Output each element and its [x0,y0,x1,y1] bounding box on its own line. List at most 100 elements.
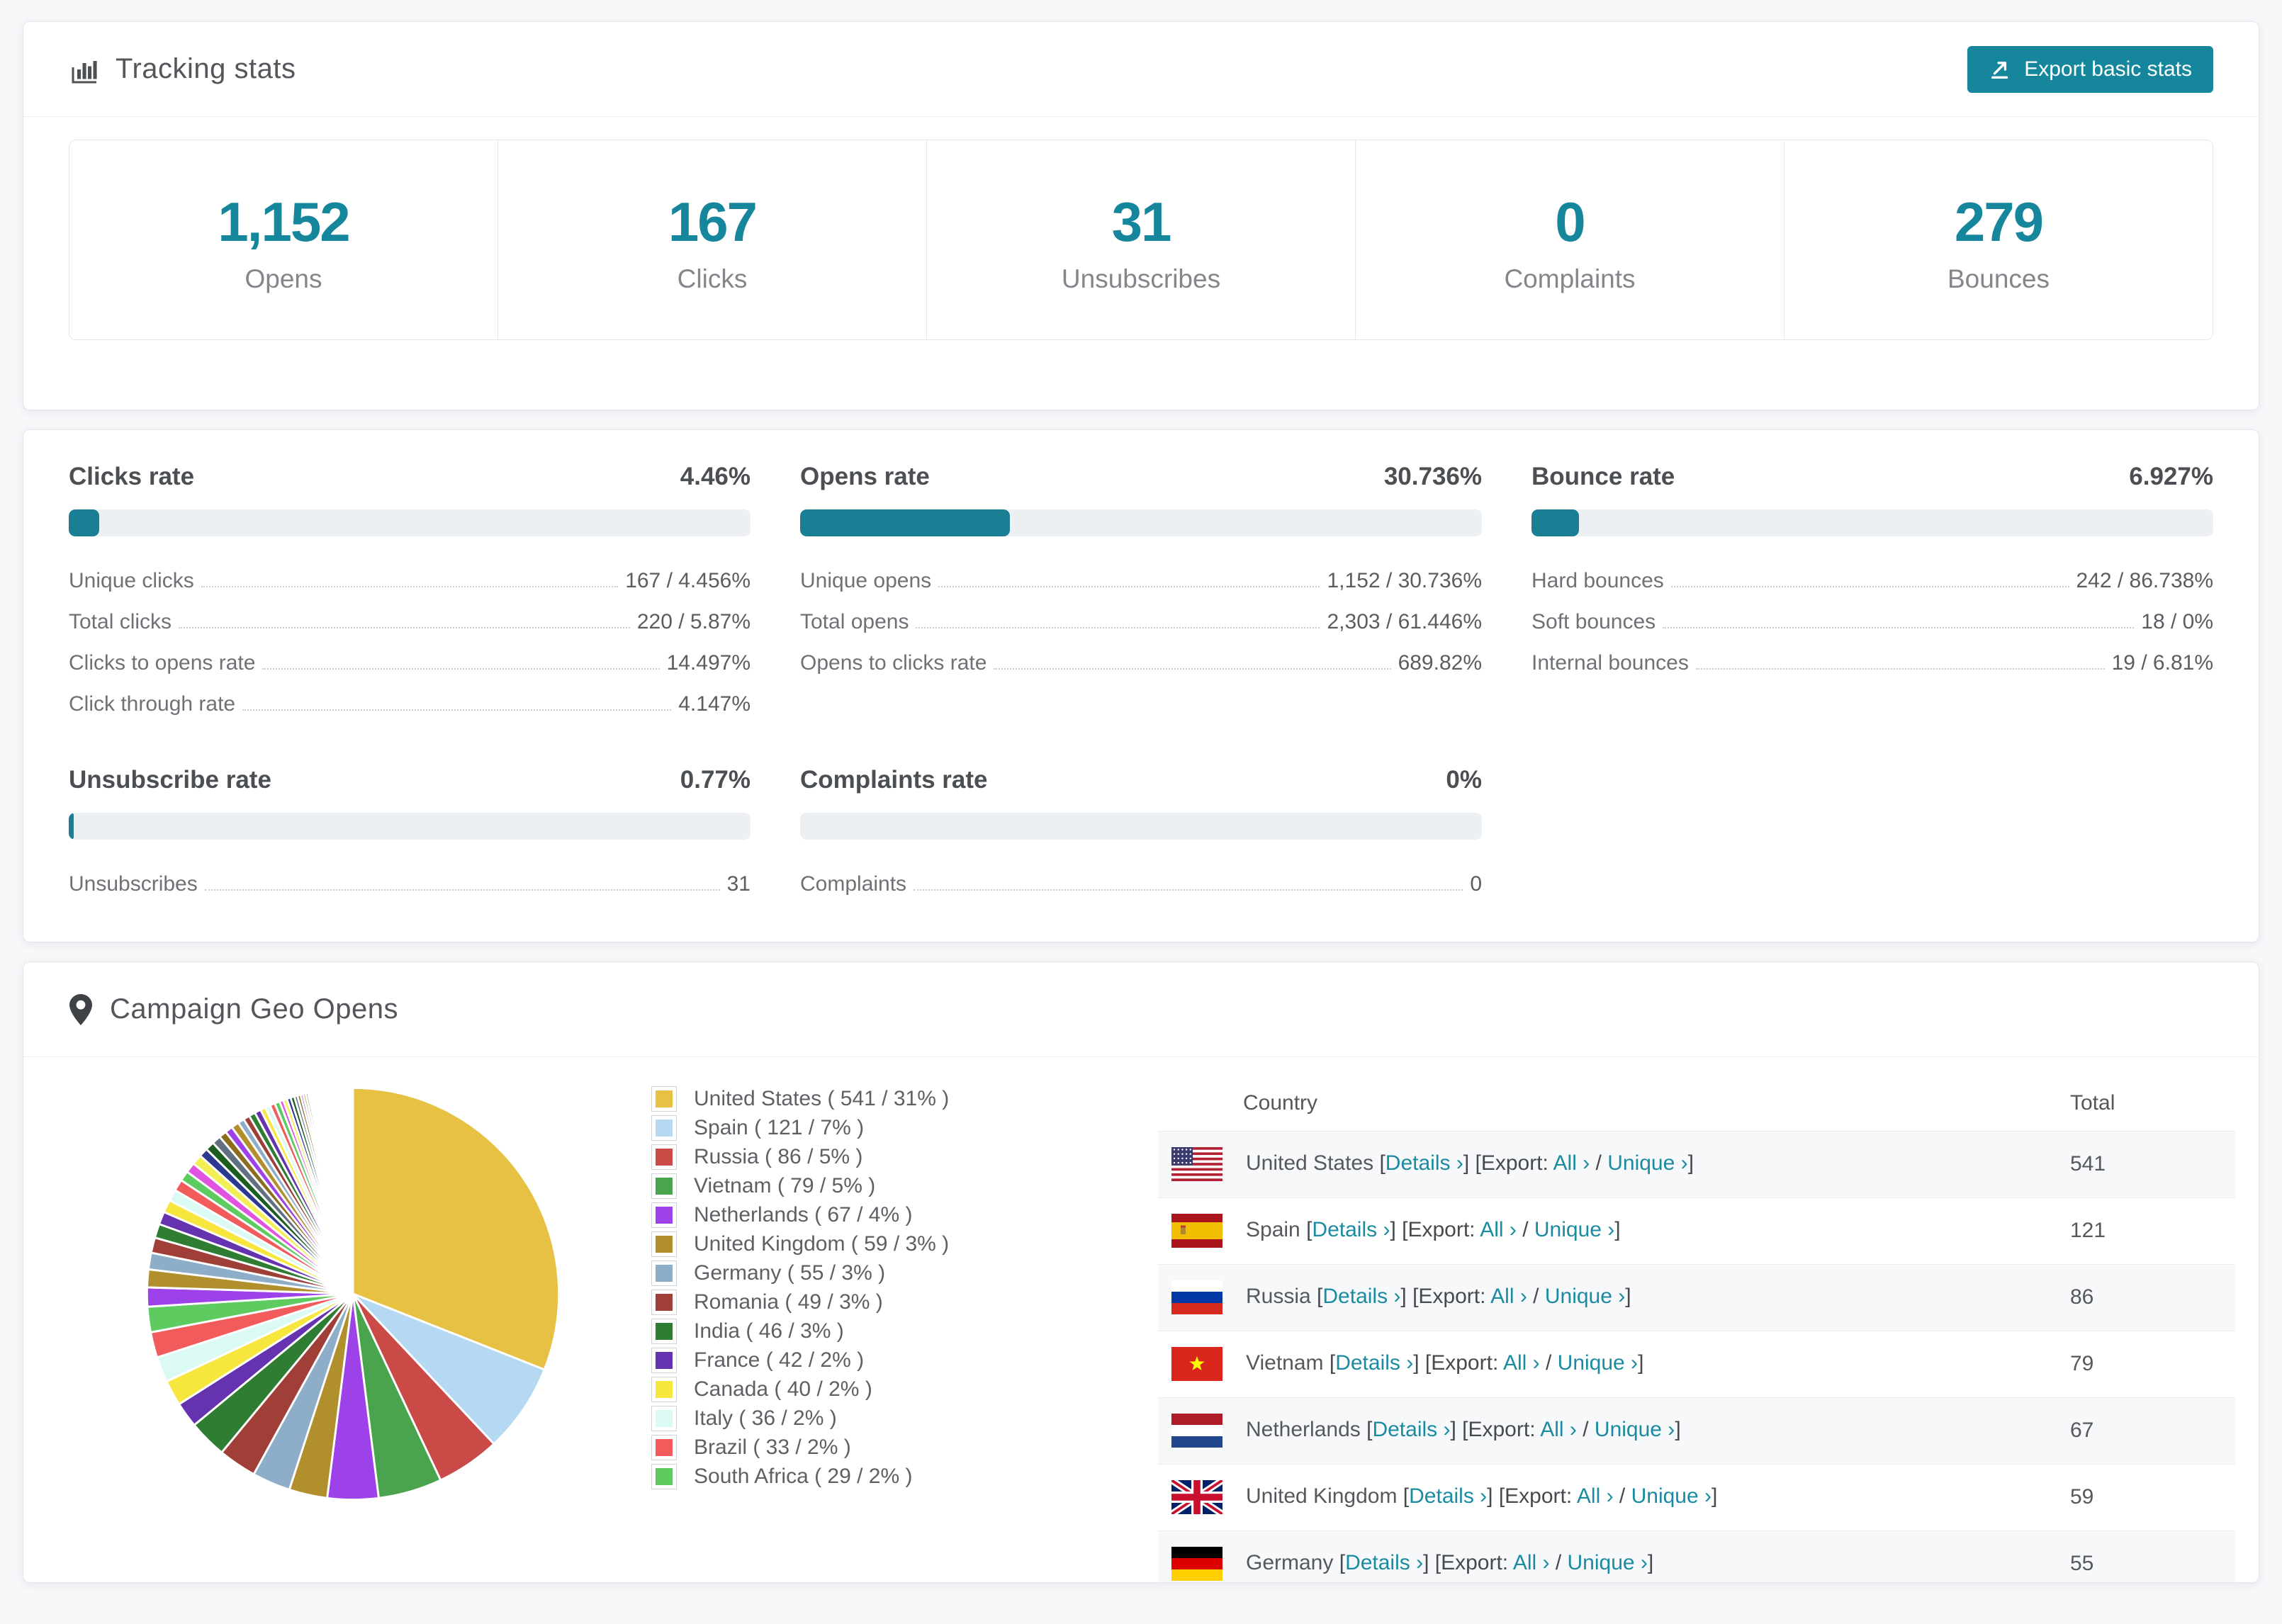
stat-row-label: Unique clicks [69,569,194,592]
details-link[interactable]: Details › [1372,1418,1450,1441]
export-all-link[interactable]: All › [1480,1218,1517,1241]
country-name: Netherlands [1246,1417,1367,1441]
legend-label: Germany ( 55 / 3% ) [694,1261,886,1285]
export-all-link[interactable]: All › [1553,1151,1590,1175]
stat-row-value: 2,303 / 61.446% [1327,610,1482,633]
country-name: Russia [1246,1284,1317,1308]
column-header-total: Total [2070,1090,2115,1115]
export-button-label: Export basic stats [2024,57,2192,81]
export-all-link[interactable]: All › [1513,1551,1550,1574]
stat-row-value: 0 [1470,872,1482,896]
stat-box-opens: 1,152 Opens [69,140,498,339]
stat-label: Opens [244,264,322,293]
legend-swatch [651,1231,677,1257]
legend-swatch [651,1086,677,1112]
dotted-leader [994,668,1391,670]
legend-label: Romania ( 49 / 3% ) [694,1290,883,1314]
legend-swatch [651,1289,677,1315]
stat-row: Unsubscribes 31 [69,864,751,905]
dotted-leader [262,668,660,670]
export-all-link[interactable]: All › [1490,1285,1527,1308]
progress-bar [69,509,751,536]
stat-row: Soft bounces 18 / 0% [1531,602,2213,643]
country-name: Spain [1246,1217,1307,1241]
details-link[interactable]: Details › [1322,1285,1400,1308]
details-link[interactable]: Details › [1345,1551,1423,1574]
stat-row-label: Total opens [800,610,909,633]
page-title: Tracking stats [116,53,296,84]
stat-row-value: 1,152 / 30.736% [1327,569,1482,592]
table-row: United States [Details ›] [Export: All ›… [1158,1131,2235,1197]
stat-row-label: Clicks to opens rate [69,651,256,675]
details-link[interactable]: Details › [1386,1151,1463,1175]
rate-title: Opens rate [800,463,930,490]
legend-item: France ( 42 / 2% ) [651,1346,1052,1375]
legend-item: Germany ( 55 / 3% ) [651,1258,1052,1287]
legend-swatch [651,1144,677,1170]
stat-label: Complaints [1504,264,1636,293]
flag-icon-vn [1171,1347,1222,1381]
export-basic-stats-button[interactable]: Export basic stats [1967,45,2213,93]
legend-label: France ( 42 / 2% ) [694,1348,865,1372]
stat-row-label: Opens to clicks rate [800,651,987,675]
export-all-link[interactable]: All › [1577,1484,1614,1508]
country-name: Vietnam [1246,1350,1330,1375]
dotted-leader [242,709,672,711]
tracking-stats-header: Tracking stats Export basic stats [23,22,2259,117]
rate-value: 4.46% [680,463,751,490]
stat-row: Total opens 2,303 / 61.446% [800,602,1482,643]
stat-label: Unsubscribes [1061,264,1221,293]
rate-value: 6.927% [2129,463,2213,490]
rates-grid: Clicks rate 4.46% Unique clicks 167 / 4.456… [69,463,2213,905]
legend-item: South Africa ( 29 / 2% ) [651,1462,1052,1491]
rates-card: Clicks rate 4.46% Unique clicks 167 / 4.456… [23,429,2259,942]
stat-value: 1,152 [218,191,350,253]
stat-row-label: Hard bounces [1531,569,1664,592]
details-link[interactable]: Details › [1409,1484,1487,1508]
export-unique-link[interactable]: Unique › [1534,1218,1614,1241]
column-header-country: Country [1243,1090,1318,1115]
stat-row: Complaints 0 [800,864,1482,905]
export-unique-link[interactable]: Unique › [1545,1285,1625,1308]
rate-title: Complaints rate [800,766,988,794]
export-unique-link[interactable]: Unique › [1568,1551,1648,1574]
stat-row-label: Unique opens [800,569,932,592]
dotted-leader [1670,586,2069,587]
legend-item: Netherlands ( 67 / 4% ) [651,1200,1052,1229]
legend-item: Canada ( 40 / 2% ) [651,1375,1052,1404]
rate-title: Unsubscribe rate [69,766,271,794]
rate-section-bounce-rate: Bounce rate 6.927% Hard bounces 242 / 86.73… [1531,463,2213,725]
dotted-leader [1695,668,2105,670]
export-unique-link[interactable]: Unique › [1558,1351,1638,1375]
progress-bar [69,813,751,840]
flag-icon-es [1171,1214,1222,1248]
export-unique-link[interactable]: Unique › [1595,1418,1675,1441]
legend-swatch [651,1260,677,1286]
export-all-link[interactable]: All › [1540,1418,1577,1441]
country-total: 541 [2070,1152,2106,1175]
rate-title: Bounce rate [1531,463,1675,490]
details-link[interactable]: Details › [1312,1218,1390,1241]
legend-item: Vietnam ( 79 / 5% ) [651,1171,1052,1200]
stat-value: 167 [668,191,758,253]
table-row: Spain [Details ›] [Export: All › / Uniqu… [1158,1197,2235,1264]
flag-icon-nl [1171,1414,1222,1448]
legend-item: Romania ( 49 / 3% ) [651,1287,1052,1316]
stat-box-unsubscribes: 31 Unsubscribes [926,140,1355,339]
stat-row-value: 242 / 86.738% [2076,569,2214,592]
stat-box-clicks: 167 Clicks [498,140,926,339]
export-all-link[interactable]: All › [1503,1351,1540,1375]
rate-section-clicks-rate: Clicks rate 4.46% Unique clicks 167 / 4.456… [69,463,751,725]
details-link[interactable]: Details › [1335,1351,1413,1375]
legend-swatch [651,1405,677,1431]
legend-swatch [651,1115,677,1141]
legend-label: South Africa ( 29 / 2% ) [694,1464,913,1488]
country-total: 121 [2070,1219,2106,1242]
legend-swatch [651,1376,677,1402]
export-unique-link[interactable]: Unique › [1631,1484,1712,1508]
flag-icon-us [1171,1147,1222,1181]
dotted-leader [179,627,630,628]
export-unique-link[interactable]: Unique › [1607,1151,1687,1175]
legend-item: United Kingdom ( 59 / 3% ) [651,1229,1052,1258]
country-total: 55 [2070,1552,2094,1576]
